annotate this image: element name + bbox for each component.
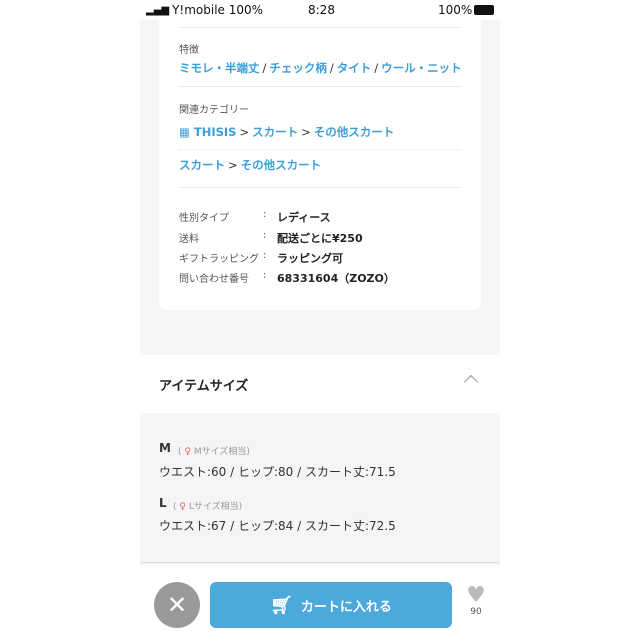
woman-icon: ♀ xyxy=(179,502,186,512)
like-count: 90 xyxy=(470,607,482,617)
carrier: Y!mobile 100% xyxy=(172,3,264,17)
battery-icon xyxy=(474,5,494,15)
size-dims: ウエスト:60 / ヒップ:80 / スカート丈:71.5 xyxy=(159,465,396,479)
spec-row: 性別タイプ: レディース xyxy=(179,209,331,224)
feature-tag[interactable]: チェック柄 xyxy=(269,61,327,75)
feature-tag[interactable]: タイト xyxy=(337,61,372,75)
size-list: M ( ♀ Mサイズ相当) ウエスト:60 / ヒップ:80 / スカート丈:7… xyxy=(140,413,500,563)
feature-tag[interactable]: ミモレ・半端丈 xyxy=(179,61,260,75)
building-icon: ▦ xyxy=(179,125,194,139)
favorite-button[interactable]: ♥ 90 xyxy=(462,583,490,618)
bottom-bar: ✕ 🛒︎ カートに入れる ♥ 90 xyxy=(140,565,500,640)
features-label: 特徴 xyxy=(179,45,199,56)
woman-icon: ♀ xyxy=(184,447,191,457)
size-name: M xyxy=(159,441,171,455)
category-link[interactable]: スカート xyxy=(252,125,298,139)
add-to-cart-button[interactable]: 🛒︎ カートに入れる xyxy=(210,582,452,628)
cart-icon: 🛒︎ xyxy=(270,594,293,616)
size-note: ( ♀ Lサイズ相当) xyxy=(173,502,243,512)
spec-row: ギフトラッピング: ラッピング可 xyxy=(179,250,343,265)
related-label: 関連カテゴリー xyxy=(179,105,249,116)
subcategory-link[interactable]: その他スカート xyxy=(241,158,322,172)
size-name: L xyxy=(159,496,167,510)
status-bar: ▂▄▆ Y!mobile 100% 8:28 100% xyxy=(140,0,500,20)
close-button[interactable]: ✕ xyxy=(154,582,200,628)
section-title: アイテムサイズ xyxy=(159,379,249,394)
related-path-2: スカート > その他スカート xyxy=(179,158,322,172)
page: 特徴 ミモレ・半端丈 / チェック柄 / タイト / ウール・ニット 関連カテゴリー ▦ T… xyxy=(140,20,500,640)
item-size-header[interactable]: アイテムサイズ xyxy=(140,355,500,413)
spec-row: 送料: 配送ごとに¥250 xyxy=(179,230,363,245)
subcategory-link[interactable]: その他スカート xyxy=(314,125,395,139)
size-dims: ウエスト:67 / ヒップ:84 / スカート丈:72.5 xyxy=(159,519,396,533)
spec-row: 問い合わせ番号:68331604（ZOZO） xyxy=(179,270,395,285)
feature-tags: ミモレ・半端丈 / チェック柄 / タイト / ウール・ニット xyxy=(179,61,462,75)
size-note: ( ♀ Mサイズ相当) xyxy=(178,447,250,457)
battery-text: 100% xyxy=(438,3,473,17)
heart-icon: ♥ xyxy=(466,583,486,608)
feature-tag[interactable]: ウール・ニット xyxy=(381,61,462,75)
brand-link[interactable]: THISIS xyxy=(194,125,237,139)
category-link[interactable]: スカート xyxy=(179,158,225,172)
details-card: 特徴 ミモレ・半端丈 / チェック柄 / タイト / ウール・ニット 関連カテゴリー ▦ T… xyxy=(159,20,481,310)
related-path-1: ▦ THISIS > スカート > その他スカート xyxy=(179,125,395,139)
chevron-up-icon[interactable] xyxy=(463,374,479,390)
time: 8:28 xyxy=(308,3,335,17)
signal-icon: ▂▄▆ xyxy=(146,4,170,16)
